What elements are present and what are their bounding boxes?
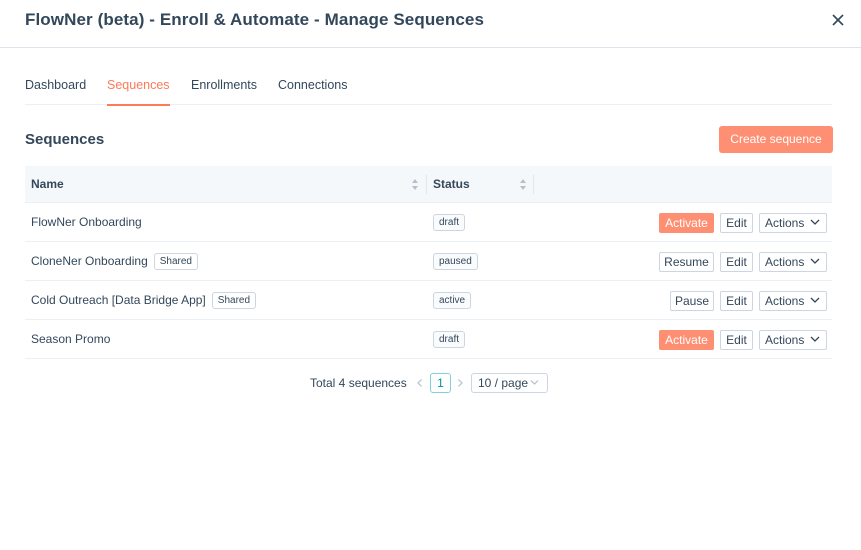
sequence-name: FlowNer Onboarding — [31, 203, 142, 242]
page-size-select[interactable]: 10 / page — [471, 373, 548, 393]
actions-dropdown[interactable]: Actions — [759, 291, 827, 311]
modal-header: FlowNer (beta) - Enroll & Automate - Man… — [0, 0, 861, 48]
chevron-right-icon[interactable] — [455, 378, 465, 388]
section-title: Sequences — [25, 131, 105, 148]
chevron-down-icon — [810, 297, 820, 303]
edit-button[interactable]: Edit — [720, 213, 753, 233]
page-size-value: 10 / page — [478, 376, 529, 390]
sequence-name: CloneNer Onboarding Shared — [31, 242, 198, 281]
actions-dropdown[interactable]: Actions — [759, 252, 827, 272]
edit-button[interactable]: Edit — [720, 330, 753, 350]
edit-button[interactable]: Edit — [720, 252, 753, 272]
edit-button[interactable]: Edit — [720, 291, 753, 311]
column-header-name[interactable]: Name — [31, 166, 64, 203]
activate-button[interactable]: Activate — [659, 213, 714, 233]
shared-badge: Shared — [153, 253, 198, 271]
table-row: Season Promo draft Activate Edit Actions — [25, 320, 832, 359]
total-count: Total 4 sequences — [310, 376, 407, 390]
chevron-down-icon — [810, 219, 820, 225]
chevron-down-icon — [530, 380, 539, 385]
sequence-name-text[interactable]: FlowNer Onboarding — [31, 215, 142, 229]
status-badge: paused — [433, 253, 478, 270]
sequence-name-text[interactable]: CloneNer Onboarding — [31, 254, 148, 268]
table-row: FlowNer Onboarding draft Activate Edit A… — [25, 203, 832, 242]
column-divider — [533, 175, 534, 194]
actions-label: Actions — [765, 255, 805, 269]
tab-connections[interactable]: Connections — [278, 78, 348, 105]
status-badge: active — [433, 292, 472, 309]
chevron-left-icon[interactable] — [415, 378, 425, 388]
sequence-name-text[interactable]: Cold Outreach [Data Bridge App] — [31, 293, 206, 307]
activate-button[interactable]: Activate — [659, 330, 714, 350]
sequence-name: Cold Outreach [Data Bridge App] Shared — [31, 281, 257, 320]
chevron-down-icon — [810, 258, 820, 264]
sort-icon[interactable] — [411, 178, 419, 191]
actions-label: Actions — [765, 294, 805, 308]
column-divider — [426, 175, 427, 194]
tab-enrollments[interactable]: Enrollments — [191, 78, 257, 105]
table-row: CloneNer Onboarding Shared paused Resume … — [25, 242, 832, 281]
sequence-name-text[interactable]: Season Promo — [31, 332, 110, 346]
sequences-table: Name Status FlowNer Onboarding draft Act… — [25, 166, 832, 359]
shared-badge: Shared — [211, 292, 257, 310]
sequence-name: Season Promo — [31, 320, 110, 359]
actions-label: Actions — [765, 216, 805, 230]
status-badge: draft — [433, 331, 466, 348]
status-badge: draft — [433, 214, 466, 231]
resume-button[interactable]: Resume — [659, 252, 714, 272]
pause-button[interactable]: Pause — [670, 291, 714, 311]
actions-label: Actions — [765, 333, 805, 347]
create-sequence-button[interactable]: Create sequence — [719, 126, 833, 153]
modal-title: FlowNer (beta) - Enroll & Automate - Man… — [25, 10, 485, 29]
close-icon[interactable] — [828, 10, 848, 30]
page-number-current[interactable]: 1 — [430, 373, 451, 393]
pagination: Total 4 sequences 1 10 / page — [0, 373, 861, 393]
tab-sequences[interactable]: Sequences — [107, 78, 170, 106]
chevron-down-icon — [810, 336, 820, 342]
actions-dropdown[interactable]: Actions — [759, 330, 827, 350]
tab-bar: Dashboard Sequences Enrollments Connecti… — [25, 78, 832, 106]
column-header-status[interactable]: Status — [433, 166, 470, 203]
actions-dropdown[interactable]: Actions — [759, 213, 827, 233]
table-row: Cold Outreach [Data Bridge App] Shared ac… — [25, 281, 832, 320]
tab-dashboard[interactable]: Dashboard — [25, 78, 86, 105]
table-header: Name Status — [25, 166, 832, 203]
sort-icon[interactable] — [519, 178, 527, 191]
